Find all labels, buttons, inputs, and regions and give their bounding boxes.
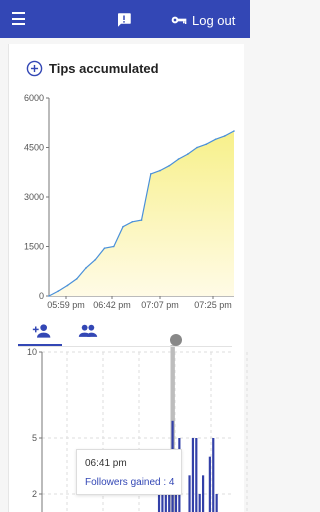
logout-label: Log out: [192, 12, 236, 28]
tips-card-title: Tips accumulated: [49, 61, 159, 76]
menu-icon[interactable]: [12, 12, 32, 28]
tab-people[interactable]: [68, 320, 108, 346]
logout-button[interactable]: Log out: [171, 10, 235, 30]
feedback-icon[interactable]: [115, 11, 133, 29]
tabs-divider: [18, 346, 232, 347]
tooltip-time: 06:41 pm: [85, 458, 127, 469]
people-icon: [78, 324, 98, 337]
tooltip-value: Followers gained : 4: [85, 477, 175, 488]
tips-card-header: Tips accumulated: [26, 60, 159, 77]
bar-tooltip: 06:41 pm Followers gained : 4: [76, 449, 182, 495]
key-icon: [171, 16, 187, 24]
person-add-icon: [32, 324, 51, 338]
top-app-bar: Log out: [0, 0, 250, 38]
dashboard-card: [8, 44, 244, 512]
add-circle-icon: [26, 60, 43, 77]
chart-tabs: [18, 320, 232, 346]
tab-followers[interactable]: [22, 320, 62, 346]
chart-cursor-handle[interactable]: [170, 334, 182, 346]
